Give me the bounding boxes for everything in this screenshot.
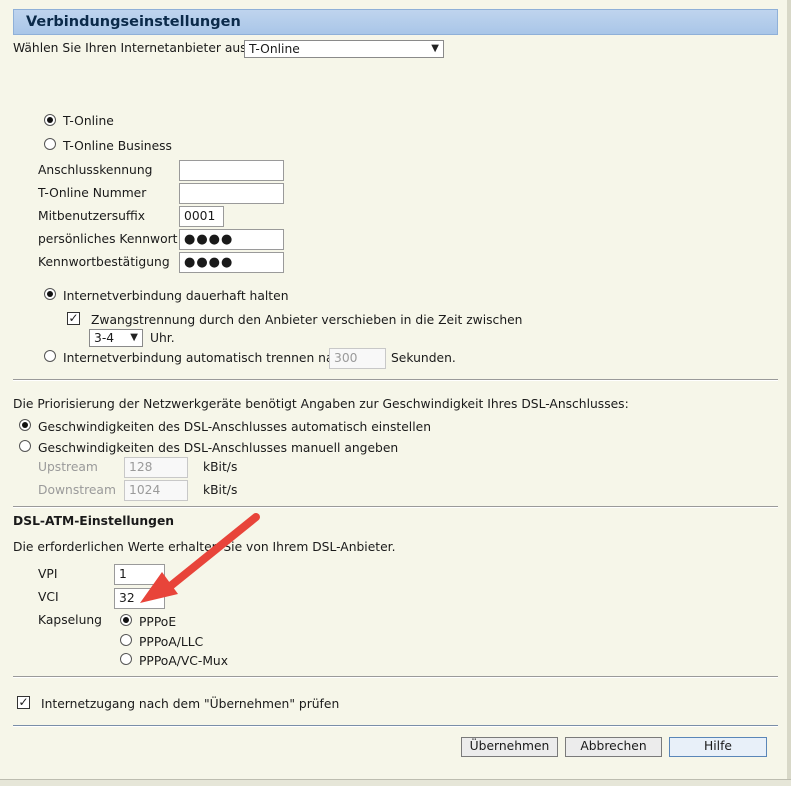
annotation-arrow-icon — [140, 513, 260, 603]
